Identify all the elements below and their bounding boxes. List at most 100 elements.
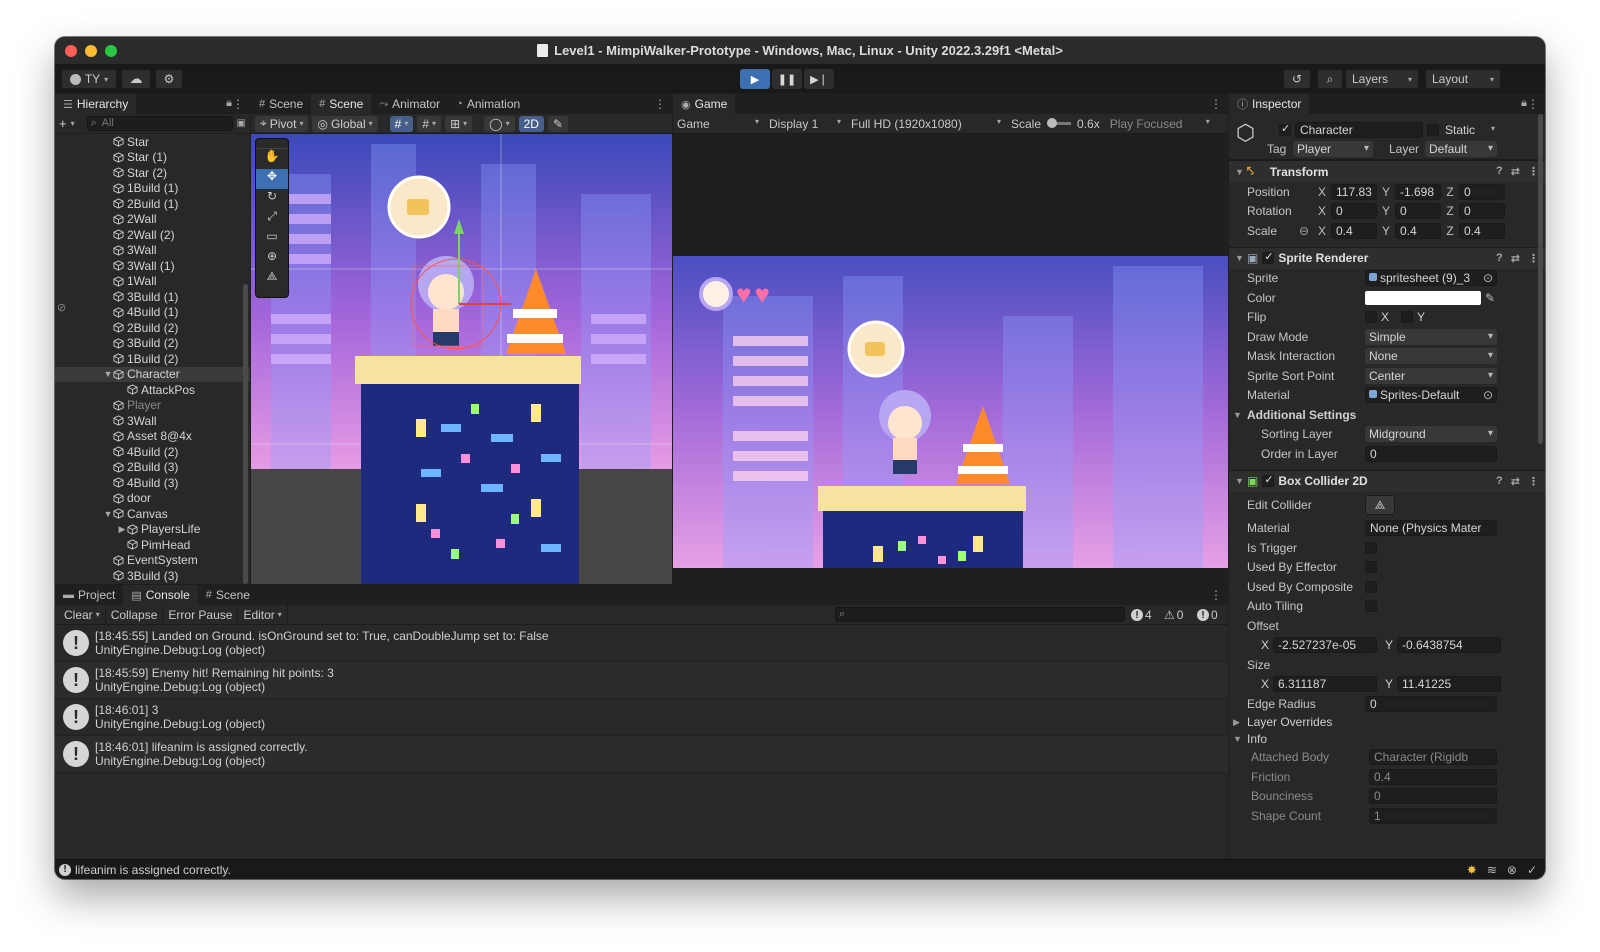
- layers-dropdown[interactable]: Layers ▾: [1345, 69, 1419, 89]
- object-reference-field[interactable]: spritesheet (9)_3 ⊙: [1365, 270, 1497, 287]
- hierarchy-item[interactable]: EventSystem: [55, 553, 250, 569]
- auto-tiling-checkbox[interactable]: [1365, 600, 1377, 613]
- play-focused-dropdown[interactable]: Play Focused ▾: [1110, 117, 1210, 131]
- more-options-icon[interactable]: ⋮: [232, 97, 244, 111]
- offset-y-field[interactable]: -0.6438754: [1397, 637, 1501, 654]
- hierarchy-item[interactable]: 2Wall (2): [55, 227, 250, 243]
- filter-icon[interactable]: ▣: [237, 118, 246, 129]
- services-button[interactable]: ⚙: [155, 69, 183, 89]
- hierarchy-item[interactable]: ▼ Canvas: [55, 506, 250, 522]
- more-options-icon[interactable]: ⋮: [1527, 97, 1539, 111]
- hierarchy-item[interactable]: Asset 8@4x: [55, 429, 250, 445]
- hand-tool-button[interactable]: ✋: [256, 149, 288, 169]
- more-options-icon[interactable]: ⋮: [1528, 475, 1539, 488]
- more-options-icon[interactable]: ⋮: [1210, 588, 1222, 602]
- console-entry[interactable]: ! [18:45:55] Landed on Ground. isOnGround…: [55, 625, 1228, 662]
- sorting-layer-dropdown[interactable]: Midground: [1365, 426, 1497, 443]
- hierarchy-item[interactable]: Player: [55, 398, 250, 414]
- scale-z-field[interactable]: 0.4: [1459, 222, 1505, 239]
- custom-tool-button[interactable]: ⟁: [256, 269, 288, 289]
- lighting-toggle[interactable]: ✎: [547, 115, 568, 132]
- step-button[interactable]: ▶❘: [804, 69, 834, 89]
- expand-arrow-icon[interactable]: ▼: [103, 509, 113, 519]
- sprite-renderer-dropdown[interactable]: Center: [1365, 367, 1497, 384]
- rotation-x-field[interactable]: 0: [1331, 203, 1377, 220]
- hierarchy-item[interactable]: 1Build (2): [55, 351, 250, 367]
- play-button[interactable]: ▶: [740, 69, 770, 89]
- rotation-y-field[interactable]: 0: [1395, 203, 1441, 220]
- is-trigger-checkbox[interactable]: [1365, 541, 1377, 554]
- active-checkbox[interactable]: [1279, 122, 1291, 136]
- link-icon[interactable]: ⊖: [1299, 224, 1317, 238]
- tab-inspector[interactable]: ⓘ Inspector: [1229, 94, 1310, 114]
- more-options-icon[interactable]: ⋮: [654, 97, 666, 111]
- static-checkbox[interactable]: [1427, 124, 1439, 136]
- console-search-input[interactable]: [835, 607, 1125, 622]
- progress-icon[interactable]: ≋: [1487, 863, 1497, 877]
- tab-scene-bottom[interactable]: # Scene: [197, 585, 258, 605]
- status-message[interactable]: lifeanim is assigned correctly.: [75, 863, 231, 877]
- additional-settings-foldout[interactable]: ▼ Additional Settings: [1229, 405, 1545, 425]
- box-collider-header[interactable]: ▼ ▣ Box Collider 2D ? ⇄ ⋮: [1229, 469, 1545, 492]
- tab-scene-2[interactable]: # Scene: [311, 94, 372, 114]
- more-options-icon[interactable]: ⋮: [1210, 97, 1222, 111]
- pause-button[interactable]: ❚❚: [772, 69, 802, 89]
- layer-overrides-foldout[interactable]: ▶ Layer Overrides: [1229, 714, 1545, 731]
- pivot-dropdown[interactable]: ⌖ Pivot ▾: [255, 115, 309, 132]
- hierarchy-item[interactable]: 3Build (3): [55, 568, 250, 584]
- tab-game[interactable]: ◉ Game: [673, 94, 736, 114]
- error-count-toggle[interactable]: ! 0: [1197, 608, 1218, 622]
- position-x-field[interactable]: 117.83: [1331, 183, 1377, 200]
- hierarchy-item[interactable]: 2Wall: [55, 212, 250, 228]
- chevron-down-icon[interactable]: ▾: [1491, 124, 1495, 133]
- debug-icon[interactable]: ✸: [1467, 863, 1477, 877]
- console-entry[interactable]: ! [18:45:59] Enemy hit! Remaining hit poi…: [55, 662, 1228, 699]
- tab-project[interactable]: ▬ Project: [55, 585, 124, 605]
- rect-tool-button[interactable]: ▭: [256, 229, 288, 249]
- tab-animation[interactable]: ◔ Animation: [448, 94, 529, 114]
- size-x-field[interactable]: 6.311187: [1273, 676, 1377, 693]
- game-view-dropdown[interactable]: Game ▾: [677, 117, 759, 131]
- hierarchy-item[interactable]: 3Wall: [55, 413, 250, 429]
- size-y-field[interactable]: 11.41225: [1397, 676, 1501, 693]
- hierarchy-scrollbar[interactable]: [243, 284, 248, 584]
- hierarchy-item[interactable]: 3Wall (1): [55, 258, 250, 274]
- scale-x-field[interactable]: 0.4: [1331, 222, 1377, 239]
- object-reference-field[interactable]: Sprites-Default ⊙: [1365, 387, 1497, 404]
- search-button[interactable]: ⌕: [1317, 69, 1343, 89]
- editor-dropdown[interactable]: Editor ▾: [238, 604, 288, 625]
- help-icon[interactable]: ?: [1496, 252, 1503, 265]
- layout-dropdown[interactable]: Layout ▾: [1425, 69, 1501, 89]
- error-pause-toggle[interactable]: Error Pause: [163, 604, 239, 625]
- collapse-toggle[interactable]: Collapse: [106, 604, 164, 625]
- scale-slider-thumb[interactable]: [1047, 118, 1058, 128]
- transform-tool-button[interactable]: ⊕: [256, 249, 288, 269]
- scale-tool-button[interactable]: ⤢: [256, 209, 288, 229]
- flip-y-checkbox[interactable]: [1401, 311, 1414, 324]
- hierarchy-item[interactable]: ▼ Character: [55, 366, 250, 382]
- shading-dropdown[interactable]: ◯ ▾: [484, 115, 515, 132]
- eyedropper-icon[interactable]: ✎: [1485, 291, 1495, 305]
- transform-header[interactable]: ▼ ⤣ Transform ? ⇄ ⋮: [1229, 160, 1545, 182]
- hierarchy-item[interactable]: Star (2): [55, 165, 250, 181]
- check-icon[interactable]: ✓: [1527, 863, 1537, 877]
- hierarchy-item[interactable]: 3Build (1): [55, 289, 250, 305]
- scale-slider[interactable]: [1047, 118, 1072, 128]
- hierarchy-item[interactable]: ▶ PlayersLife: [55, 522, 250, 538]
- rotate-tool-button[interactable]: ↻: [256, 189, 288, 209]
- console-entry[interactable]: ! [18:46:01] lifeanim is assigned correct…: [55, 736, 1228, 773]
- add-object-button[interactable]: +: [59, 116, 67, 131]
- hierarchy-item[interactable]: 2Build (1): [55, 196, 250, 212]
- color-swatch[interactable]: [1365, 290, 1481, 305]
- global-dropdown[interactable]: ◎ Global ▾: [312, 115, 378, 132]
- collider-material-field[interactable]: None (Physics Mater: [1365, 520, 1497, 537]
- minimize-window-button[interactable]: [85, 45, 97, 57]
- mode-2d-toggle[interactable]: 2D: [518, 115, 544, 132]
- hierarchy-item[interactable]: PimHead: [55, 537, 250, 553]
- hierarchy-item[interactable]: door: [55, 491, 250, 507]
- preset-icon[interactable]: ⇄: [1511, 252, 1520, 265]
- info-foldout[interactable]: ▼ Info: [1229, 731, 1545, 748]
- account-dropdown[interactable]: TY ▾: [61, 69, 117, 89]
- tab-scene-1[interactable]: # Scene: [251, 94, 312, 114]
- visibility-icon[interactable]: ⊘: [57, 301, 66, 314]
